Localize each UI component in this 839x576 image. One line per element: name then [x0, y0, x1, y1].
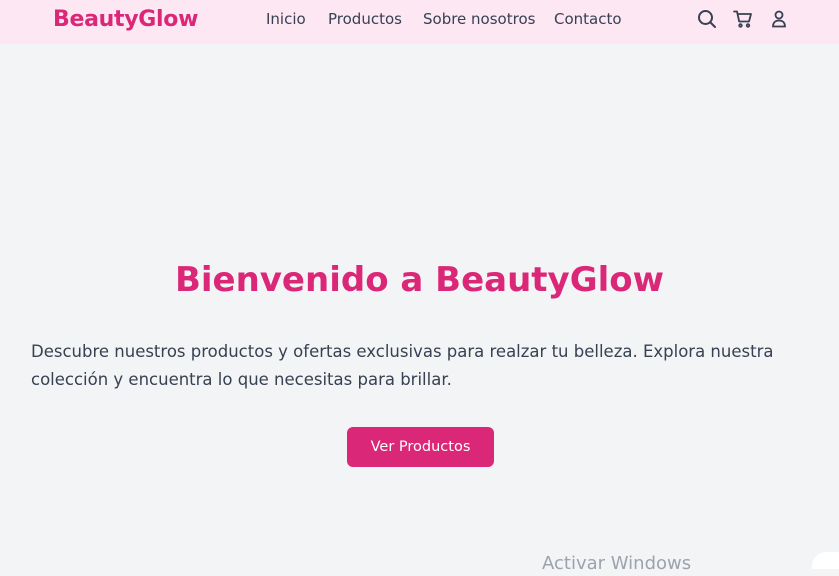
- view-products-button[interactable]: Ver Productos: [347, 427, 494, 467]
- hero-title: Bienvenido a BeautyGlow: [174, 260, 665, 300]
- top-navbar: BeautyGlow Inicio Productos Sobre nosotr…: [0, 0, 839, 44]
- search-icon[interactable]: [697, 9, 717, 29]
- nav-link-inicio[interactable]: Inicio: [266, 10, 306, 28]
- user-icon[interactable]: [769, 9, 789, 29]
- activate-windows-watermark: Activar Windows: [542, 553, 692, 574]
- nav-link-sobre-nosotros[interactable]: Sobre nosotros: [423, 10, 535, 28]
- nav-link-contacto[interactable]: Contacto: [554, 10, 622, 28]
- hero-description: Descubre nuestros productos y ofertas ex…: [31, 342, 774, 389]
- window-corner: [812, 552, 839, 569]
- brand-logo[interactable]: BeautyGlow: [53, 6, 198, 34]
- nav-link-productos[interactable]: Productos: [328, 10, 402, 28]
- cart-icon[interactable]: [733, 9, 753, 29]
